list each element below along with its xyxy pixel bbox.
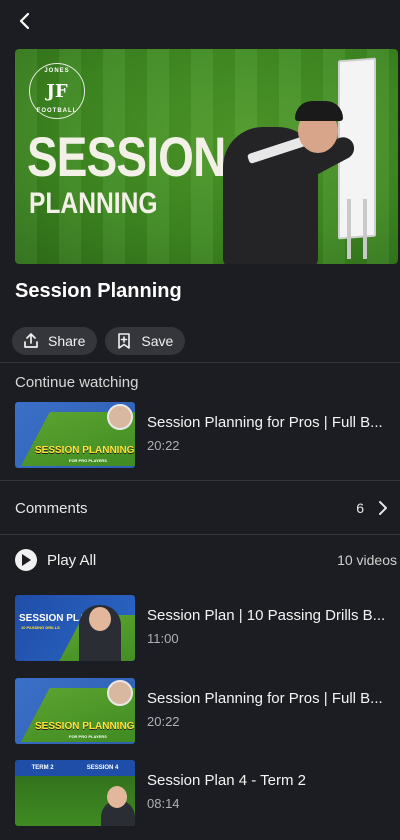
video-thumbnail: SESSION PLAN 10 PASSING DRILLS [15,595,135,661]
video-title: Session Planning for Pros | Full B... [147,690,383,707]
thumbnail-subtext: FOR PRO PLAYERS [69,458,107,463]
video-thumbnail: TERM 2 SESSION 4 [15,760,135,826]
presenter-face [89,607,111,631]
playlist-item[interactable]: SESSION PLAN 10 PASSING DRILLS Session P… [15,595,400,661]
play-all-button[interactable]: Play All [15,549,96,571]
video-count: 10 videos [337,552,397,568]
share-label: Share [48,333,86,349]
save-icon [118,333,131,349]
play-all-label: Play All [47,551,97,569]
share-button[interactable]: Share [12,327,98,355]
video-duration: 11:00 [147,631,179,646]
action-buttons: Share Save [12,327,186,355]
divider [0,362,400,363]
playlist-title: Session Planning [15,280,182,302]
divider [0,480,400,481]
divider [0,534,400,535]
thumbnail-term-text: TERM 2 [31,765,54,771]
back-button[interactable] [12,8,36,34]
video-duration: 20:22 [147,714,180,729]
board-leg [363,199,367,259]
video-thumbnail: SESSION PLANNING FOR PRO PLAYERS [15,402,135,468]
board-leg [347,199,351,259]
top-bar [0,0,400,44]
comments-row[interactable]: Comments 6 [15,496,388,520]
thumbnail-text: SESSION PLANNING [35,445,135,456]
save-button[interactable]: Save [105,327,186,355]
video-thumbnail: SESSION PLANNING FOR PRO PLAYERS [15,678,135,744]
presenter-face [107,404,133,430]
thumbnail-subtext: FOR PRO PLAYERS [69,734,107,739]
thumbnail-text: SESSION PLANNING [35,721,135,732]
playlist-item[interactable]: TERM 2 SESSION 4 Session Plan 4 - Term 2… [15,760,400,826]
play-icon [15,549,37,571]
comments-label: Comments [15,499,88,517]
back-arrow-icon [19,12,30,30]
channel-logo: JONES JF FOOTBALL [29,63,85,119]
thumbnail-subtext: 10 PASSING DRILLS [21,625,60,630]
presenter-face [107,680,133,706]
comments-count: 6 [356,500,364,516]
playlist-item[interactable]: SESSION PLANNING FOR PRO PLAYERS Session… [15,678,400,744]
chevron-right-icon [379,501,387,515]
playlist-cover-image[interactable]: JONES JF FOOTBALL SESSION PLANNING [15,49,398,264]
cover-headline: SESSION [27,125,226,188]
share-icon [24,333,38,348]
logo-letters: JF [46,80,68,102]
video-title: Session Plan 4 - Term 2 [147,772,306,789]
continue-watching-item[interactable]: SESSION PLANNING FOR PRO PLAYERS Session… [15,402,400,468]
video-duration: 08:14 [147,796,180,811]
presenter-face [107,786,127,808]
thumbnail-banner: TERM 2 SESSION 4 [15,760,135,776]
video-title: Session Planning for Pros | Full B... [147,414,383,431]
coach-cap [295,101,343,121]
cover-subheadline: PLANNING [29,187,158,220]
logo-top-text: JONES [44,68,70,74]
save-label: Save [141,333,174,349]
logo-bottom-text: FOOTBALL [36,108,78,114]
thumbnail-session-text: SESSION 4 [86,765,119,771]
continue-watching-label: Continue watching [15,374,139,391]
video-duration: 20:22 [147,438,180,453]
video-title: Session Plan | 10 Passing Drills B... [147,607,386,624]
